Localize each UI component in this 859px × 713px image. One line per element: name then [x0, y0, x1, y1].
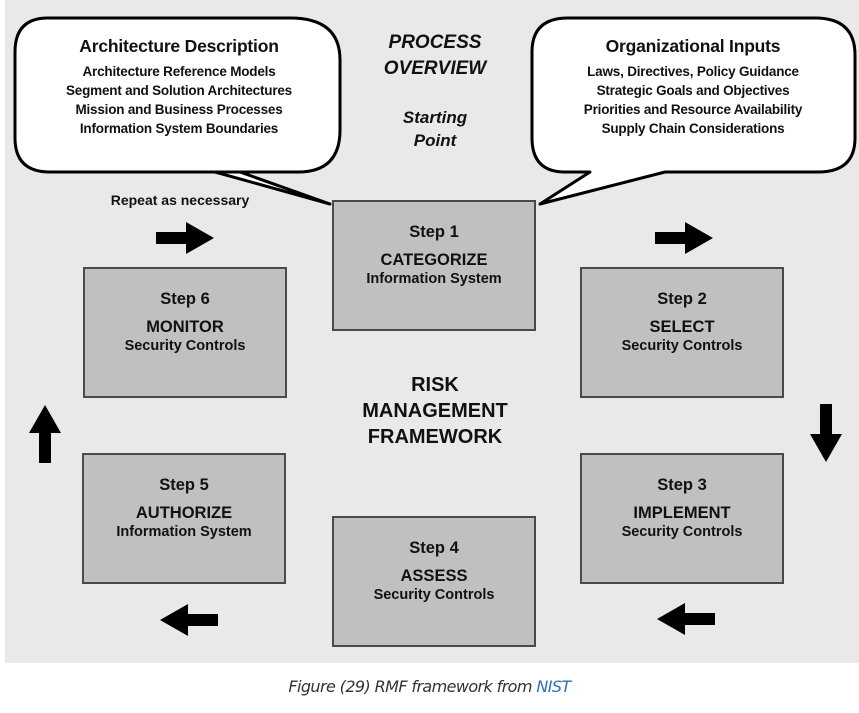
step-number: Step 5	[159, 476, 209, 494]
bubble-line: Mission and Business Processes	[75, 102, 283, 117]
step-subtitle: Information System	[366, 271, 502, 287]
label-line: Point	[413, 131, 457, 150]
step-1-categorize: Step 1 CATEGORIZE Information System	[332, 200, 536, 331]
step-number: Step 4	[409, 539, 459, 557]
repeat-as-necessary-label: Repeat as necessary	[110, 192, 250, 208]
step-name: CATEGORIZE	[380, 251, 488, 269]
step-name: SELECT	[649, 318, 715, 336]
bubble-line: Information System Boundaries	[79, 121, 279, 136]
title-line: MANAGEMENT	[362, 400, 508, 422]
bubble-line: Laws, Directives, Policy Guidance	[587, 64, 799, 79]
bubble-line: Segment and Solution Architectures	[66, 83, 292, 98]
step-4-assess: Step 4 ASSESS Security Controls	[332, 516, 536, 647]
step-name: MONITOR	[146, 318, 224, 336]
step-subtitle: Security Controls	[373, 587, 495, 603]
organizational-inputs: Organizational Inputs Laws, Directives, …	[544, 36, 842, 138]
bubble-title: Architecture Description	[79, 36, 279, 56]
bubble-line: Architecture Reference Models	[82, 64, 276, 79]
heading-line: PROCESS	[388, 32, 482, 53]
step-3-implement: Step 3 IMPLEMENT Security Controls	[580, 453, 784, 584]
heading-line: OVERVIEW	[383, 58, 487, 79]
arrow-down-icon	[810, 404, 842, 462]
step-number: Step 3	[657, 476, 707, 494]
step-subtitle: Security Controls	[124, 338, 246, 354]
arrow-left-icon	[657, 603, 715, 635]
caption-text: Figure (29) RMF framework from	[288, 677, 537, 696]
arrow-left-icon	[160, 604, 218, 636]
nist-link[interactable]: NIST	[536, 677, 571, 696]
step-name: ASSESS	[400, 567, 468, 585]
bubble-line: Priorities and Resource Availability	[583, 102, 803, 117]
bubble-line: Supply Chain Considerations	[601, 121, 785, 136]
step-number: Step 2	[657, 290, 707, 308]
step-5-authorize: Step 5 AUTHORIZE Information System	[82, 453, 286, 584]
step-2-select: Step 2 SELECT Security Controls	[580, 267, 784, 398]
step-name: AUTHORIZE	[135, 504, 233, 522]
figure-caption: Figure (29) RMF framework from NIST	[0, 677, 859, 696]
step-subtitle: Security Controls	[621, 524, 743, 540]
rmf-center-title: RISK MANAGEMENT FRAMEWORK	[330, 372, 540, 450]
starting-point-label: Starting Point	[365, 106, 505, 152]
step-subtitle: Security Controls	[621, 338, 743, 354]
arrow-right-icon	[156, 222, 214, 254]
step-subtitle: Information System	[116, 524, 252, 540]
arrow-up-icon	[29, 405, 61, 463]
step-number: Step 1	[409, 223, 459, 241]
bubble-line: Strategic Goals and Objectives	[596, 83, 790, 98]
step-name: IMPLEMENT	[633, 504, 731, 522]
label-line: Starting	[402, 108, 468, 127]
step-6-monitor: Step 6 MONITOR Security Controls	[83, 267, 287, 398]
arrow-right-icon	[655, 222, 713, 254]
step-number: Step 6	[160, 290, 210, 308]
title-line: RISK	[411, 374, 459, 396]
process-overview-heading: PROCESS OVERVIEW	[365, 30, 505, 82]
architecture-description: Architecture Description Architecture Re…	[30, 36, 328, 138]
title-line: FRAMEWORK	[367, 426, 503, 448]
bubble-title: Organizational Inputs	[605, 36, 781, 56]
